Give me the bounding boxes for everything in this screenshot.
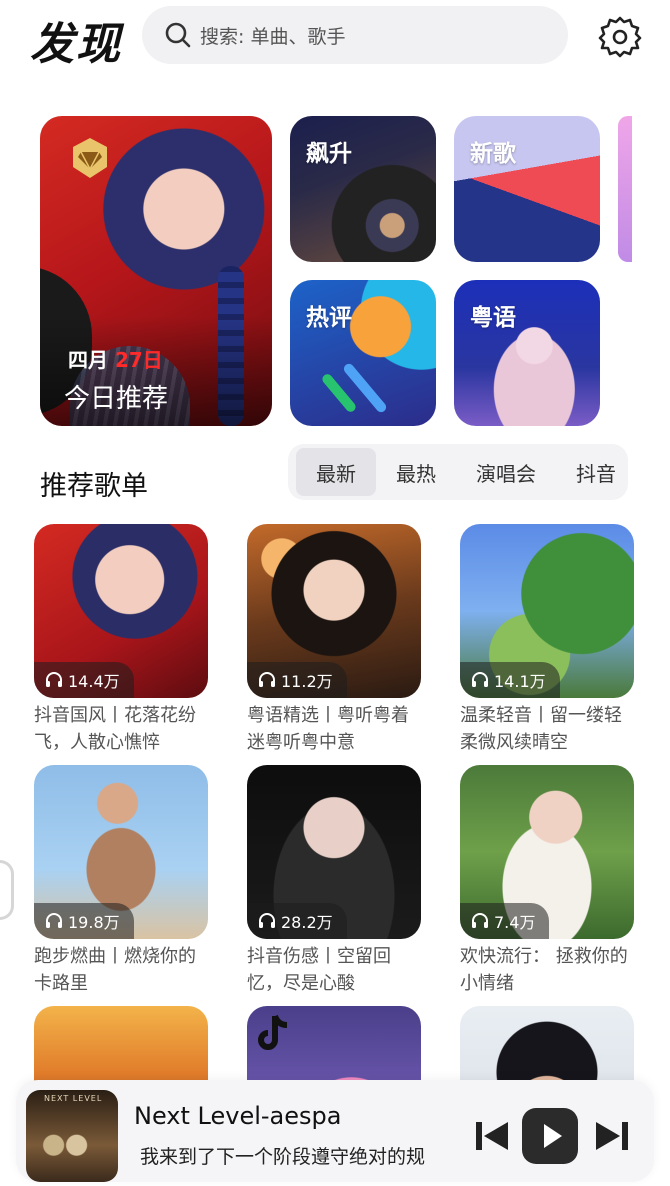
play-count: 7.4万 bbox=[494, 913, 536, 932]
playlist-title[interactable]: 欢快流行： 拯救你的小情绪 bbox=[460, 943, 634, 997]
tab-latest[interactable]: 最新 bbox=[296, 448, 376, 496]
headphones-icon bbox=[46, 913, 62, 928]
headphones-icon bbox=[472, 672, 488, 687]
play-count-badge: 11.2万 bbox=[247, 662, 347, 698]
date-month: 四月 bbox=[68, 348, 108, 372]
headphones-icon bbox=[46, 672, 62, 687]
playlist-title[interactable]: 粤语精选丨粤听粤着迷粤听粤中意 bbox=[247, 702, 421, 756]
headphones-icon bbox=[472, 913, 488, 928]
mini-player[interactable]: NEXT LEVEL Next Level-aespa 我来到了下一个阶段遵守绝… bbox=[16, 1080, 654, 1182]
card-label: 热评 bbox=[306, 305, 352, 331]
playlist-cover[interactable]: 7.4万 bbox=[460, 765, 634, 939]
header: 发现 搜索: 单曲、歌手 bbox=[0, 0, 670, 80]
playlist-card[interactable]: 14.4万 抖音国风丨花落花纷飞，人散心憔悴 bbox=[34, 524, 208, 756]
tab-concert[interactable]: 演唱会 bbox=[456, 448, 556, 496]
headphones-icon bbox=[259, 913, 275, 928]
section-title: 推荐歌单 bbox=[40, 471, 148, 502]
prev-icon[interactable] bbox=[470, 1114, 514, 1158]
play-count-badge: 14.4万 bbox=[34, 662, 134, 698]
playlist-cover[interactable]: 11.2万 bbox=[247, 524, 421, 698]
search-icon bbox=[165, 22, 191, 48]
chart-cantonese-card[interactable]: 粤语 bbox=[454, 280, 600, 426]
edge-swipe-handle[interactable] bbox=[0, 860, 14, 920]
play-count: 14.1万 bbox=[494, 672, 546, 691]
chart-rising-card[interactable]: 飙升 bbox=[290, 116, 436, 262]
headphones-icon bbox=[259, 672, 275, 687]
song-title: Next Level-aespa bbox=[134, 1102, 342, 1130]
playlist-cover[interactable]: 14.1万 bbox=[460, 524, 634, 698]
album-art[interactable]: NEXT LEVEL bbox=[26, 1090, 118, 1182]
tab-douyin[interactable]: 抖音 bbox=[556, 448, 628, 496]
card-label: 粤语 bbox=[470, 305, 516, 331]
playlist-tabs: 最新 最热 演唱会 抖音 bbox=[288, 444, 628, 500]
chart-new-card[interactable]: 新歌 bbox=[454, 116, 600, 262]
playlist-cover[interactable]: 28.2万 bbox=[247, 765, 421, 939]
album-art-text: NEXT LEVEL bbox=[44, 1094, 103, 1103]
search-bar[interactable]: 搜索: 单曲、歌手 bbox=[142, 6, 568, 64]
lyric-line: 我来到了下一个阶段遵守绝对的规 bbox=[140, 1146, 426, 1168]
play-count-badge: 14.1万 bbox=[460, 662, 560, 698]
page-title: 发现 bbox=[30, 19, 122, 70]
card-label: 新歌 bbox=[470, 141, 516, 167]
play-count: 11.2万 bbox=[281, 672, 333, 691]
date-day: 27日 bbox=[114, 348, 163, 372]
playlist-card[interactable]: 11.2万 粤语精选丨粤听粤着迷粤听粤中意 bbox=[247, 524, 421, 756]
gear-icon[interactable] bbox=[598, 14, 642, 58]
date-label: 四月 27日 bbox=[68, 344, 163, 373]
play-count: 19.8万 bbox=[68, 913, 120, 932]
play-count-badge: 7.4万 bbox=[460, 903, 550, 939]
daily-title: 今日推荐 bbox=[64, 384, 169, 414]
next-card-peek[interactable] bbox=[618, 116, 632, 262]
playlist-title[interactable]: 抖音伤感丨空留回忆，尽是心酸 bbox=[247, 943, 421, 997]
diamond-badge-icon bbox=[73, 138, 107, 178]
playlist-title[interactable]: 跑步燃曲丨燃烧你的卡路里 bbox=[34, 943, 208, 997]
playlist-title[interactable]: 抖音国风丨花落花纷飞，人散心憔悴 bbox=[34, 702, 208, 756]
play-icon[interactable] bbox=[522, 1108, 578, 1164]
chart-hot-comments-card[interactable]: 热评 bbox=[290, 280, 436, 426]
playlist-cover[interactable]: 14.4万 bbox=[34, 524, 208, 698]
play-count-badge: 19.8万 bbox=[34, 903, 134, 939]
playlist-card[interactable]: 28.2万 抖音伤感丨空留回忆，尽是心酸 bbox=[247, 765, 421, 997]
playlist-cover[interactable]: 19.8万 bbox=[34, 765, 208, 939]
play-count: 14.4万 bbox=[68, 672, 120, 691]
daily-recommend-card[interactable]: 四月 27日 今日推荐 bbox=[40, 116, 272, 426]
play-count-badge: 28.2万 bbox=[247, 903, 347, 939]
next-icon[interactable] bbox=[590, 1114, 634, 1158]
play-count: 28.2万 bbox=[281, 913, 333, 932]
playlist-title[interactable]: 温柔轻音丨留一缕轻柔微风续晴空 bbox=[460, 702, 634, 756]
playlist-card[interactable]: 14.1万 温柔轻音丨留一缕轻柔微风续晴空 bbox=[460, 524, 634, 756]
search-placeholder: 搜索: 单曲、歌手 bbox=[200, 25, 346, 48]
playlist-card[interactable]: 7.4万 欢快流行： 拯救你的小情绪 bbox=[460, 765, 634, 997]
playlist-card[interactable]: 19.8万 跑步燃曲丨燃烧你的卡路里 bbox=[34, 765, 208, 997]
card-label: 飙升 bbox=[306, 141, 352, 167]
douyin-logo-icon bbox=[258, 1014, 288, 1050]
tab-hottest[interactable]: 最热 bbox=[376, 448, 456, 496]
